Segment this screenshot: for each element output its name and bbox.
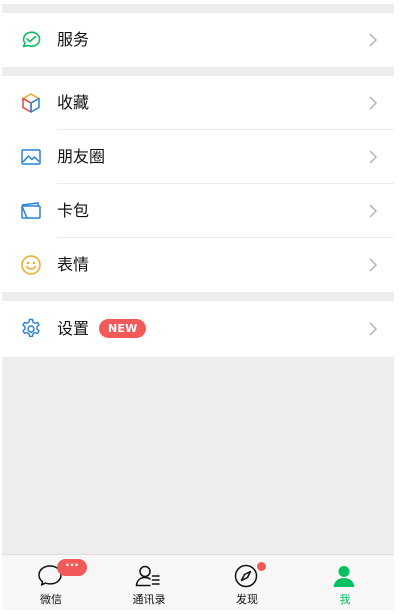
smiley-icon	[19, 253, 43, 277]
chevron-right-icon	[366, 32, 380, 48]
stickers-label: 表情	[57, 255, 90, 274]
menu-item-stickers[interactable]: 表情	[2, 238, 394, 292]
services-group: 服务	[2, 13, 394, 67]
tab-chats[interactable]: ··· 微信	[2, 555, 100, 610]
person-icon	[330, 563, 358, 589]
section-spacer	[2, 292, 394, 301]
tab-discover[interactable]: 发现	[198, 555, 296, 610]
moments-label: 朋友圈	[57, 147, 106, 166]
services-label: 服务	[57, 30, 90, 49]
favorites-cube-icon	[19, 91, 43, 115]
chevron-right-icon	[366, 203, 380, 219]
chevron-right-icon	[366, 95, 380, 111]
chevron-right-icon	[366, 321, 380, 337]
settings-group: 设置 NEW	[2, 301, 394, 357]
tab-me-label: 我	[339, 593, 351, 606]
unread-badge: ···	[57, 559, 87, 576]
cards-label: 卡包	[57, 201, 90, 220]
main-group: 收藏 朋友圈 卡包 表情	[2, 76, 394, 292]
moments-image-icon	[19, 145, 43, 169]
tab-contacts-label: 通讯录	[132, 593, 166, 606]
tab-discover-label: 发现	[236, 593, 258, 606]
card-wallet-icon	[19, 199, 43, 223]
bottom-tab-bar: ··· 微信 通讯录 发现 我	[2, 554, 394, 610]
menu-item-services[interactable]: 服务	[2, 13, 394, 67]
menu-item-settings[interactable]: 设置 NEW	[2, 301, 394, 357]
top-spacer	[2, 4, 394, 13]
favorites-label: 收藏	[57, 93, 90, 112]
chevron-right-icon	[366, 149, 380, 165]
menu-item-cards[interactable]: 卡包	[2, 184, 394, 238]
chevron-right-icon	[366, 257, 380, 273]
gear-icon	[19, 317, 43, 341]
menu-item-moments[interactable]: 朋友圈	[2, 130, 394, 184]
tab-chats-label: 微信	[40, 593, 62, 606]
settings-label: 设置	[57, 319, 90, 338]
new-dot-badge	[257, 562, 266, 571]
contacts-icon	[134, 563, 162, 589]
services-icon	[19, 28, 43, 52]
section-spacer	[2, 67, 394, 76]
me-page: 服务 收藏 朋友圈 卡包 表情 设置 NEW ··· 微信 通讯录 发现 我	[2, 4, 394, 610]
tab-contacts[interactable]: 通讯录	[100, 555, 198, 610]
new-badge: NEW	[99, 319, 147, 338]
compass-icon	[232, 563, 260, 589]
menu-item-favorites[interactable]: 收藏	[2, 76, 394, 130]
tab-me[interactable]: 我	[296, 555, 394, 610]
